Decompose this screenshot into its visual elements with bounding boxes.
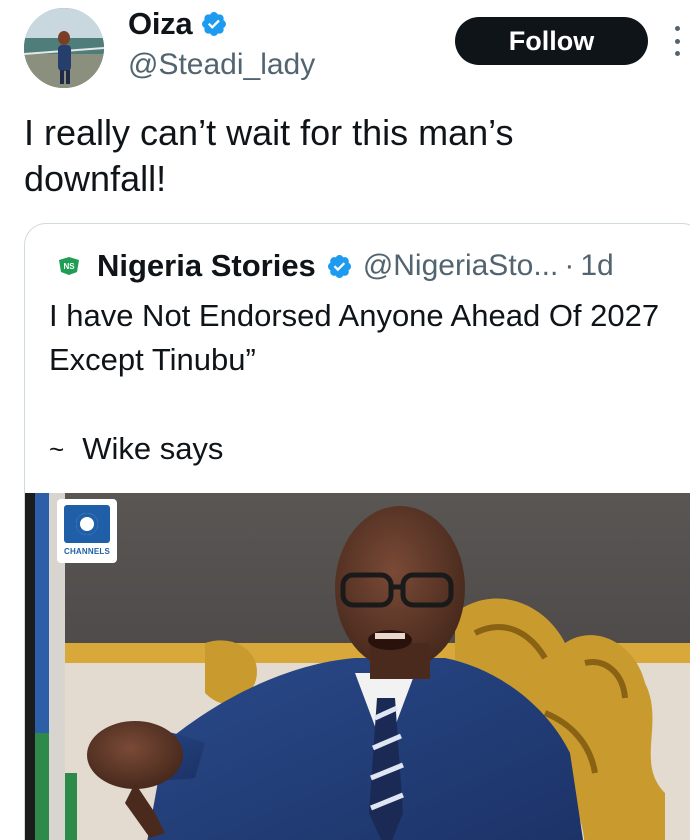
separator-dot: · [564,249,575,282]
media-photo [25,493,690,840]
channels-watermark-text: CHANNELS [63,547,111,556]
follow-button[interactable]: Follow [455,17,648,65]
more-options-icon[interactable] [670,26,684,56]
more-dot [674,26,680,31]
verified-badge-icon[interactable] [200,10,228,38]
more-dot [674,51,680,56]
verified-badge-icon [327,254,351,278]
tweet-text: I really can’t wait for this man’s downf… [24,112,514,199]
quoted-timestamp[interactable]: 1d [580,249,613,283]
quoted-author-handle[interactable]: @NigeriaSto... [363,249,559,283]
tweet-author: Oiza @Steadi_lady [128,6,315,82]
signature-tilde: ~ [49,433,65,464]
quoted-tweet-header: NS Nigeria Stories @NigeriaSto... · 1d [57,248,614,284]
globe-icon [64,505,110,543]
more-dot [674,38,680,44]
avatar-image [24,8,104,88]
quoted-signature: ~ Wike says [49,431,223,467]
channels-watermark-logo: CHANNELS [57,499,117,563]
quoted-tweet[interactable]: NS Nigeria Stories @NigeriaSto... · 1d I… [24,223,690,840]
signature-text: Wike says [82,431,224,466]
author-avatar[interactable] [24,8,104,88]
quoted-author-name[interactable]: Nigeria Stories [97,248,316,284]
author-handle[interactable]: @Steadi_lady [128,48,315,82]
nigeria-stories-logo-icon: NS [57,256,81,276]
svg-text:NS: NS [63,262,75,271]
quoted-media-image[interactable]: CHANNELS [25,493,690,840]
author-name[interactable]: Oiza [128,6,193,42]
quoted-tweet-text: I have Not Endorsed Anyone Ahead Of 2027… [49,298,660,377]
